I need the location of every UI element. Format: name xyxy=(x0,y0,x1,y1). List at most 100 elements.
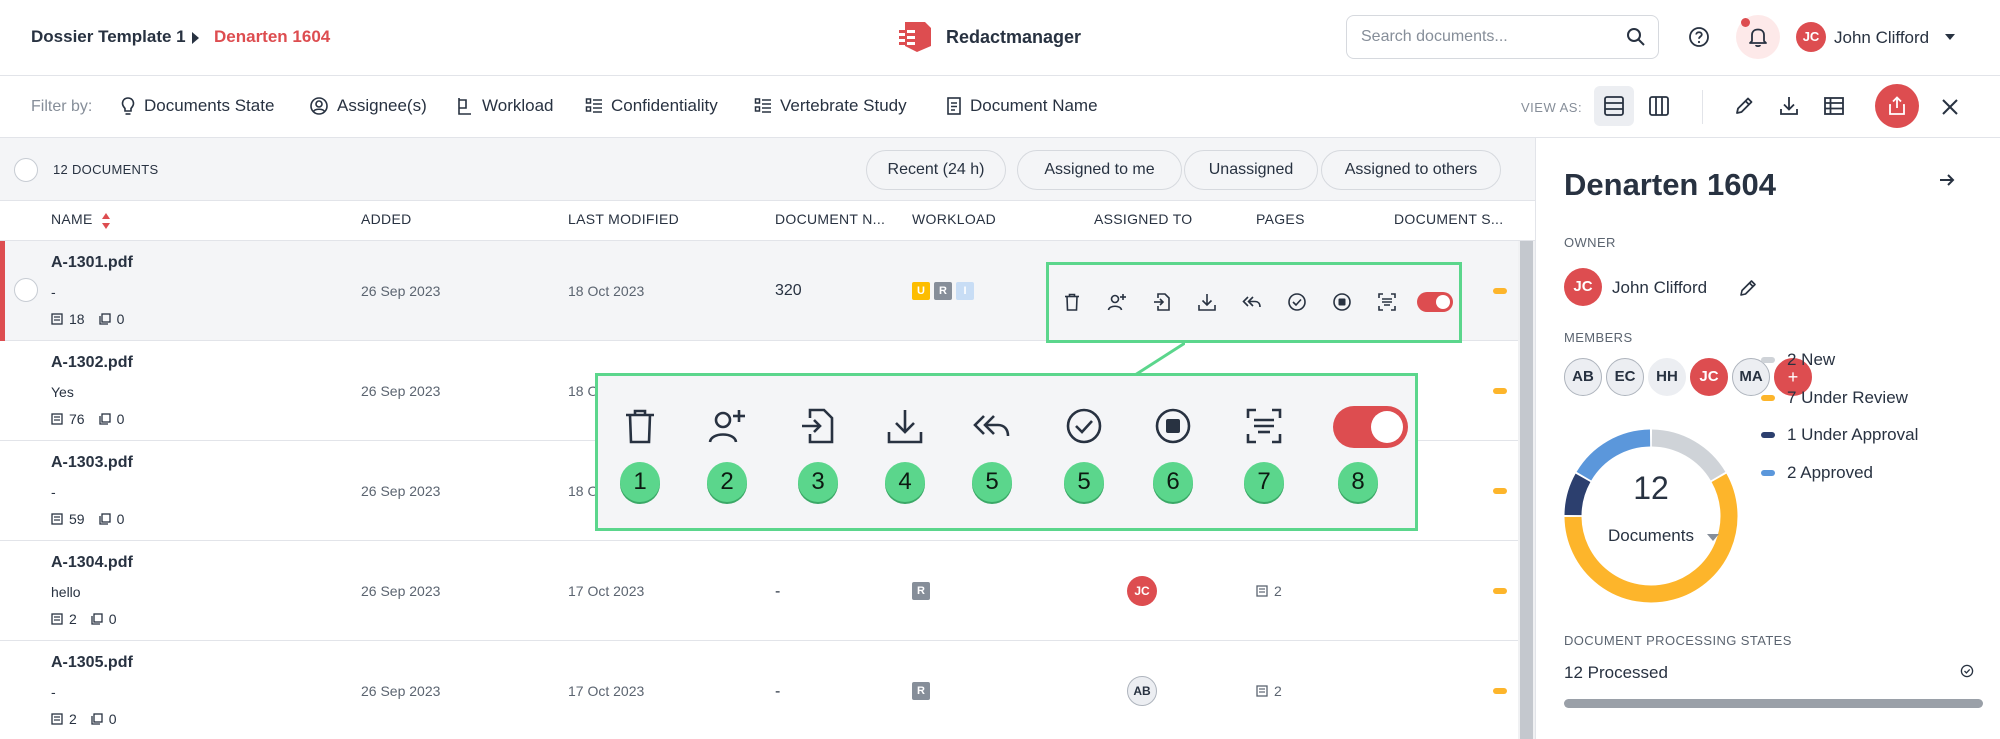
column-document-number[interactable]: DOCUMENT N... xyxy=(775,211,885,227)
quick-filter-unassigned[interactable]: Unassigned xyxy=(1184,150,1318,190)
column-workload[interactable]: WORKLOAD xyxy=(912,211,996,227)
filter-document-name[interactable]: Document Name xyxy=(946,96,1098,116)
table-icon xyxy=(1814,95,1854,117)
select-all-checkbox[interactable] xyxy=(14,158,38,182)
callout-number: 7 xyxy=(1244,462,1284,502)
pages-icon xyxy=(51,413,63,425)
user-avatar[interactable]: JC xyxy=(1796,22,1826,52)
help-icon[interactable] xyxy=(1686,24,1712,50)
import-icon[interactable] xyxy=(1149,289,1175,315)
ocr-scan-icon[interactable] xyxy=(1374,289,1400,315)
pages-icon xyxy=(51,513,63,525)
export-button[interactable] xyxy=(1875,84,1919,128)
enable-toggle-zoomed xyxy=(1333,406,1408,448)
table-row[interactable]: A-1304.pdf hello 2 0 26 Sep 2023 17 Oct … xyxy=(0,541,1518,641)
file-name[interactable]: A-1305.pdf xyxy=(51,654,133,672)
file-name[interactable]: A-1301.pdf xyxy=(51,254,133,272)
file-subtitle: Yes xyxy=(51,384,74,400)
quick-filter-assigned-to-others[interactable]: Assigned to others xyxy=(1321,150,1501,190)
filter-workload[interactable]: Workload xyxy=(456,96,554,116)
notifications-button[interactable] xyxy=(1736,15,1780,59)
pages-value: 2 xyxy=(1274,583,1282,599)
pages-icon xyxy=(51,613,63,625)
column-name[interactable]: NAME xyxy=(51,211,93,227)
file-name[interactable]: A-1304.pdf xyxy=(51,554,133,572)
quick-filter-assigned-to-me[interactable]: Assigned to me xyxy=(1017,150,1182,190)
download-icon xyxy=(1769,95,1809,117)
legend-label: 2 New xyxy=(1787,350,1836,369)
filter-documents-state[interactable]: Documents State xyxy=(120,96,274,116)
callout-number: 1 xyxy=(620,462,660,502)
stop-circle-icon xyxy=(1153,406,1193,446)
ocr-scan-icon xyxy=(1244,406,1284,446)
legend-item[interactable]: 2 New xyxy=(1761,350,1835,370)
dossier-details-panel: Denarten 1604 OWNER JC John Clifford MEM… xyxy=(1535,138,2000,739)
table-row[interactable]: A-1305.pdf - 2 0 26 Sep 2023 17 Oct 2023… xyxy=(0,641,1518,739)
enable-toggle[interactable] xyxy=(1417,292,1453,312)
user-circle-icon xyxy=(309,96,329,116)
member-avatar[interactable]: EC xyxy=(1606,358,1644,396)
column-pages[interactable]: PAGES xyxy=(1256,211,1305,227)
callout-number: 3 xyxy=(798,462,838,502)
board-view-button[interactable] xyxy=(1639,86,1679,126)
chevron-down-icon[interactable] xyxy=(1945,34,1955,40)
quick-filter-recent[interactable]: Recent (24 h) xyxy=(866,150,1006,190)
date-added: 26 Sep 2023 xyxy=(361,483,441,499)
pages-value: 2 xyxy=(1274,683,1282,699)
workload-icon xyxy=(456,96,474,116)
column-document-state[interactable]: DOCUMENT S... xyxy=(1394,211,1503,227)
assignee-avatar[interactable]: JC xyxy=(1127,576,1157,606)
download-icon[interactable] xyxy=(1194,289,1220,315)
file-name[interactable]: A-1302.pdf xyxy=(51,354,133,372)
legend-item[interactable]: 2 Approved xyxy=(1761,463,1873,483)
assign-user-icon[interactable] xyxy=(1104,289,1130,315)
filter-assignees[interactable]: Assignee(s) xyxy=(309,96,427,116)
breadcrumb-dossier[interactable]: Denarten 1604 xyxy=(214,27,330,47)
pages-count: 59 xyxy=(69,511,85,527)
column-assigned-to[interactable]: ASSIGNED TO xyxy=(1094,211,1192,227)
file-subtitle: hello xyxy=(51,584,81,600)
assignee-avatar[interactable]: AB xyxy=(1127,676,1157,706)
owner-name: John Clifford xyxy=(1612,278,1708,297)
edit-dossier-button[interactable] xyxy=(1724,86,1764,126)
file-name[interactable]: A-1303.pdf xyxy=(51,454,133,472)
breadcrumb-template[interactable]: Dossier Template 1 xyxy=(31,27,186,47)
legend-swatch xyxy=(1761,469,1775,476)
legend-swatch xyxy=(1761,394,1775,401)
download-button[interactable] xyxy=(1769,86,1809,126)
member-avatar[interactable]: HH xyxy=(1648,358,1686,396)
download-icon xyxy=(885,406,925,446)
document-state-indicator xyxy=(1493,288,1507,294)
date-modified: 17 Oct 2023 xyxy=(568,583,645,599)
scrollbar-thumb[interactable] xyxy=(1520,241,1533,739)
edit-owner-icon[interactable] xyxy=(1738,278,1758,298)
close-icon[interactable] xyxy=(1940,97,1960,117)
date-modified: 18 O xyxy=(568,383,599,399)
collapse-arrow-icon[interactable] xyxy=(1938,172,1956,188)
annotations-count: 0 xyxy=(108,611,117,627)
column-last-modified[interactable]: LAST MODIFIED xyxy=(568,211,679,227)
documents-donut-chart xyxy=(1564,429,1738,603)
table-settings-button[interactable] xyxy=(1814,86,1854,126)
filter-vertebrate-study[interactable]: Vertebrate Study xyxy=(754,96,907,116)
stop-circle-icon[interactable] xyxy=(1329,289,1355,315)
breadcrumb-separator-icon xyxy=(192,32,199,44)
row-checkbox[interactable] xyxy=(14,278,38,302)
member-avatar[interactable]: AB xyxy=(1564,358,1602,396)
check-circle-icon[interactable] xyxy=(1284,289,1310,315)
search-icon[interactable] xyxy=(1626,27,1646,47)
sort-icon[interactable] xyxy=(101,212,111,230)
delete-icon[interactable] xyxy=(1059,289,1085,315)
pages-cell: 2 xyxy=(1256,683,1282,699)
reply-all-icon[interactable] xyxy=(1239,289,1265,315)
legend-item[interactable]: 1 Under Approval xyxy=(1761,425,1918,445)
legend-swatch xyxy=(1761,432,1775,438)
user-name[interactable]: John Clifford xyxy=(1834,28,1929,48)
chevron-down-icon[interactable] xyxy=(1707,534,1719,541)
list-view-button[interactable] xyxy=(1594,86,1634,126)
member-avatar[interactable]: JC xyxy=(1690,358,1728,396)
filter-confidentiality[interactable]: Confidentiality xyxy=(585,96,718,116)
legend-item[interactable]: 7 Under Review xyxy=(1761,388,1908,408)
column-added[interactable]: ADDED xyxy=(361,211,412,227)
search-input[interactable] xyxy=(1361,26,1621,48)
